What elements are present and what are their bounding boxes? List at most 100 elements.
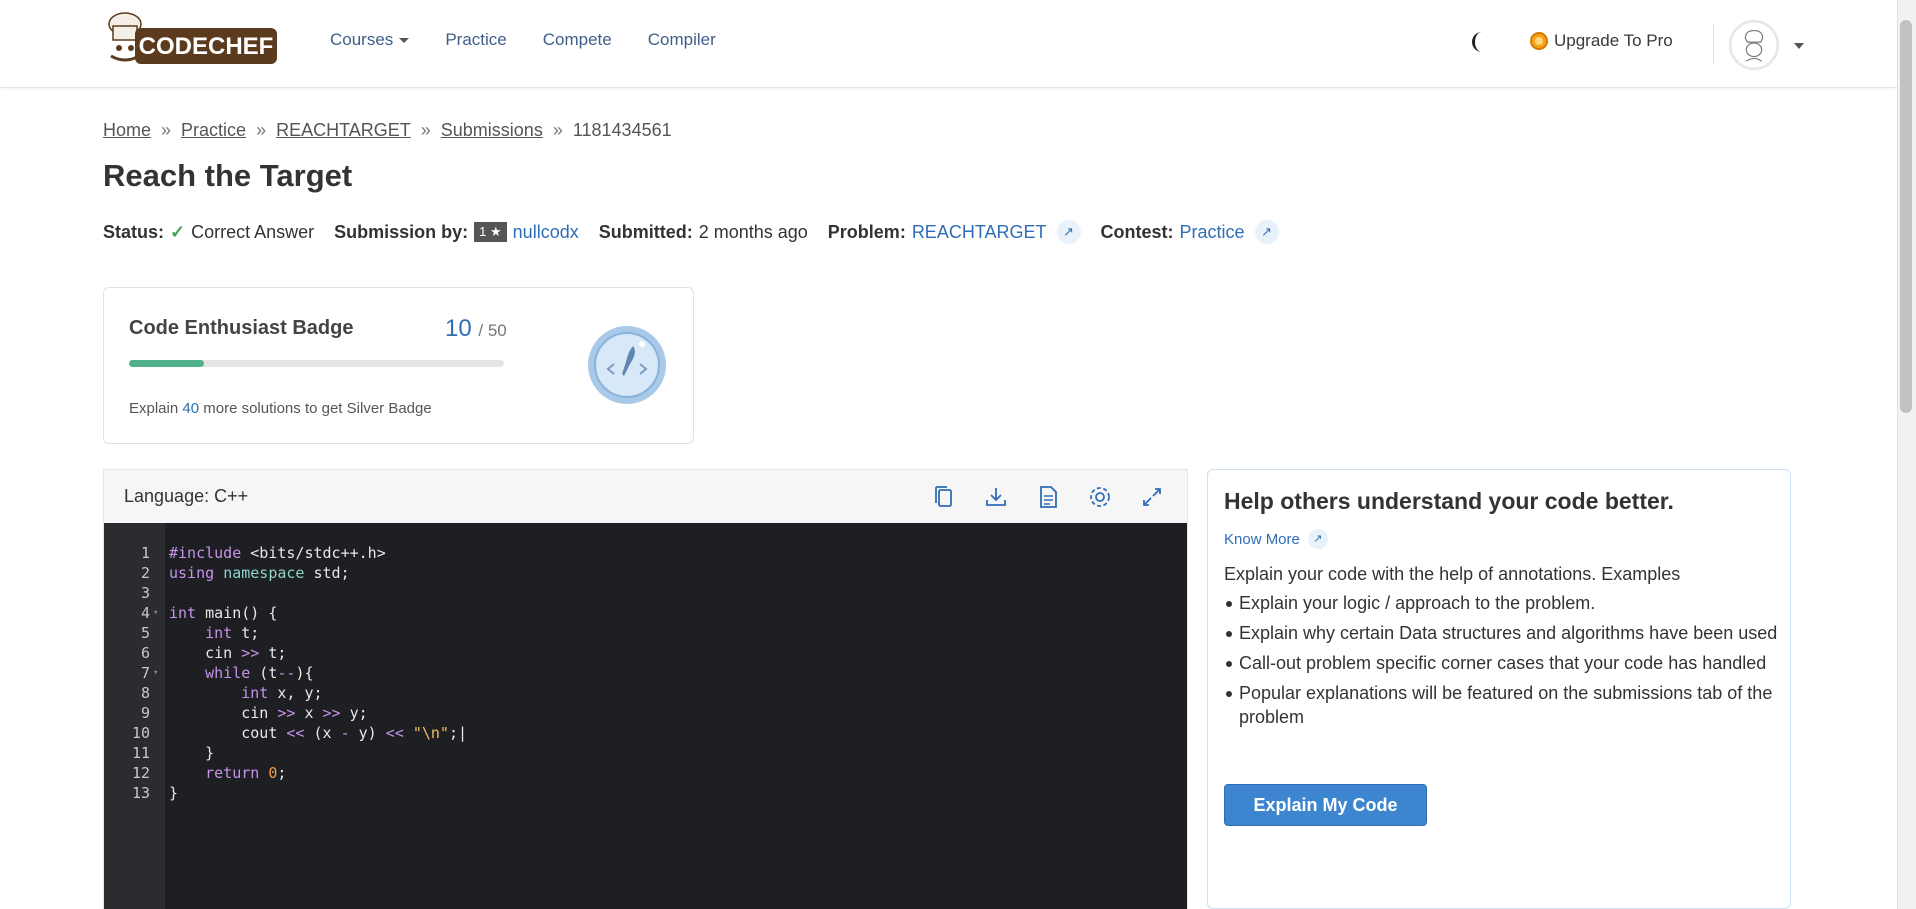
line-number: 10	[131, 724, 150, 742]
know-more-link[interactable]: Know More ↗	[1224, 529, 1328, 549]
page-title: Reach the Target	[103, 158, 353, 193]
badge-hint: Explain 40 more solutions to get Silver …	[129, 400, 432, 417]
settings-icon[interactable]	[1085, 482, 1115, 512]
external-link-icon[interactable]: ↗	[1056, 220, 1081, 244]
code-text: cin >> t;	[169, 644, 287, 662]
badge-count-value: 10	[445, 315, 472, 342]
nav-courses-label: Courses	[330, 30, 394, 49]
code-line: 9 cin >> x >> y;	[104, 703, 467, 723]
breadcrumb: Home » Practice » REACHTARGET » Submissi…	[103, 120, 672, 141]
check-icon: ✓	[170, 221, 186, 242]
know-more-label: Know More	[1224, 530, 1300, 548]
submitted-group: Submitted: 2 months ago	[599, 222, 808, 243]
breadcrumb-current: 1181434561	[572, 120, 672, 140]
status-label: Status:	[103, 221, 165, 242]
breadcrumb-separator: »	[420, 120, 431, 140]
list-item: Explain why certain Data structures and …	[1224, 621, 1779, 645]
code-line: 3	[104, 583, 467, 603]
code-line: 2 using namespace std;	[104, 563, 467, 583]
code-tools	[929, 482, 1167, 512]
breadcrumb-separator: »	[552, 120, 563, 140]
submitter-group: Submission by: 1 ★ nullcodx	[334, 222, 579, 243]
submission-by-label: Submission by:	[334, 221, 469, 242]
chevron-down-icon	[399, 38, 410, 44]
problem-label: Problem:	[827, 221, 906, 242]
badge-count-total: / 50	[478, 321, 507, 340]
nav-practice[interactable]: Practice	[445, 30, 506, 50]
code-line: 10 cout << (x - y) << "\n";|	[104, 723, 467, 743]
main-nav: Courses Practice Compete Compiler	[330, 30, 716, 50]
badge-hint-count: 40	[182, 400, 200, 417]
code-text: int main() {	[169, 604, 278, 622]
code-text: int t;	[205, 624, 260, 642]
silver-badge-icon	[588, 326, 666, 404]
line-number: 13	[131, 784, 150, 802]
language-label: Language: C++	[124, 486, 249, 506]
user-avatar[interactable]	[1729, 20, 1779, 70]
code-text: while (t--){	[205, 664, 314, 682]
download-icon[interactable]	[981, 482, 1011, 512]
help-list: Explain your logic / approach to the pro…	[1224, 591, 1779, 735]
user-link[interactable]: nullcodx	[513, 222, 579, 243]
code-line: 8 int x, y;	[104, 683, 467, 703]
moon-icon[interactable]	[1470, 30, 1494, 54]
breadcrumb-separator: »	[256, 120, 267, 140]
problem-link[interactable]: REACHTARGET	[912, 222, 1047, 243]
help-intro: Explain your code with the help of annot…	[1224, 564, 1681, 584]
badge-progress-count: 10 / 50	[445, 315, 507, 343]
code-text: cin >> x >> y;	[169, 704, 368, 722]
explain-help-panel: Help others understand your code better.…	[1207, 469, 1791, 909]
line-number: 1	[140, 544, 150, 562]
nav-courses[interactable]: Courses	[330, 30, 410, 50]
code-line: 12 return 0;	[104, 763, 467, 783]
line-number: 5	[140, 624, 150, 642]
breadcrumb-practice[interactable]: Practice	[181, 120, 246, 141]
badge-progress-fill	[129, 360, 204, 367]
fold-arrow-icon[interactable]: ▾	[150, 663, 165, 683]
submitted-label: Submitted:	[598, 221, 693, 242]
fold-arrow-icon[interactable]: ▾	[150, 603, 165, 623]
code-text: cout << (x - y) << "\n";|	[169, 724, 468, 742]
logo-text: CODECHEF	[139, 33, 274, 60]
contest-link[interactable]: Practice	[1180, 222, 1245, 243]
explain-my-code-button[interactable]: Explain My Code	[1224, 784, 1427, 826]
scrollbar-thumb[interactable]	[1900, 20, 1912, 413]
file-icon[interactable]	[1033, 482, 1063, 512]
status-group: Status: ✓ Correct Answer	[103, 222, 314, 243]
code-line: 6 cin >> t;	[104, 643, 467, 663]
nav-compiler[interactable]: Compiler	[648, 30, 716, 50]
breadcrumb-problem[interactable]: REACHTARGET	[276, 120, 411, 141]
line-number: 11	[131, 744, 150, 762]
header-divider	[1713, 24, 1714, 64]
list-item: Explain your logic / approach to the pro…	[1224, 591, 1779, 615]
external-link-icon: ↗	[1307, 529, 1328, 549]
upgrade-label: Upgrade To Pro	[1554, 31, 1673, 50]
code-panel: Language: C++ 1 #include <bits/stdc++.h> …	[103, 469, 1188, 909]
nav-compete[interactable]: Compete	[543, 30, 612, 50]
code-text: }	[169, 744, 215, 762]
code-text: int x, y;	[241, 684, 323, 702]
contest-label: Contest:	[1100, 221, 1174, 242]
code-line: 5 int t;	[104, 623, 467, 643]
submitted-value: 2 months ago	[698, 221, 808, 242]
line-number: 9	[140, 704, 150, 722]
badge-progress-bar	[129, 360, 504, 367]
fullscreen-icon[interactable]	[1137, 482, 1167, 512]
copy-icon[interactable]	[929, 482, 959, 512]
badge-card: Code Enthusiast Badge 10 / 50 Explain 40…	[103, 287, 694, 444]
codechef-logo[interactable]: CODECHEF	[97, 10, 279, 70]
code-editor[interactable]: 1 #include <bits/stdc++.h> 2 using namespa…	[104, 523, 1187, 909]
badge-hint-suffix: more solutions to get Silver Badge	[203, 400, 432, 417]
breadcrumb-separator: »	[161, 120, 172, 140]
code-line: 1 #include <bits/stdc++.h>	[104, 543, 467, 563]
code-line: 11 }	[104, 743, 467, 763]
breadcrumb-submissions[interactable]: Submissions	[441, 120, 543, 141]
breadcrumb-home[interactable]: Home	[103, 120, 151, 141]
user-menu-chevron-icon[interactable]	[1794, 43, 1804, 49]
upgrade-button[interactable]: Upgrade To Pro	[1530, 31, 1673, 51]
code-line: 13}	[104, 783, 467, 803]
external-link-icon[interactable]: ↗	[1254, 220, 1279, 244]
code-text: using namespace std;	[169, 564, 350, 582]
submission-meta: Status: ✓ Correct Answer Submission by: …	[103, 220, 1299, 244]
